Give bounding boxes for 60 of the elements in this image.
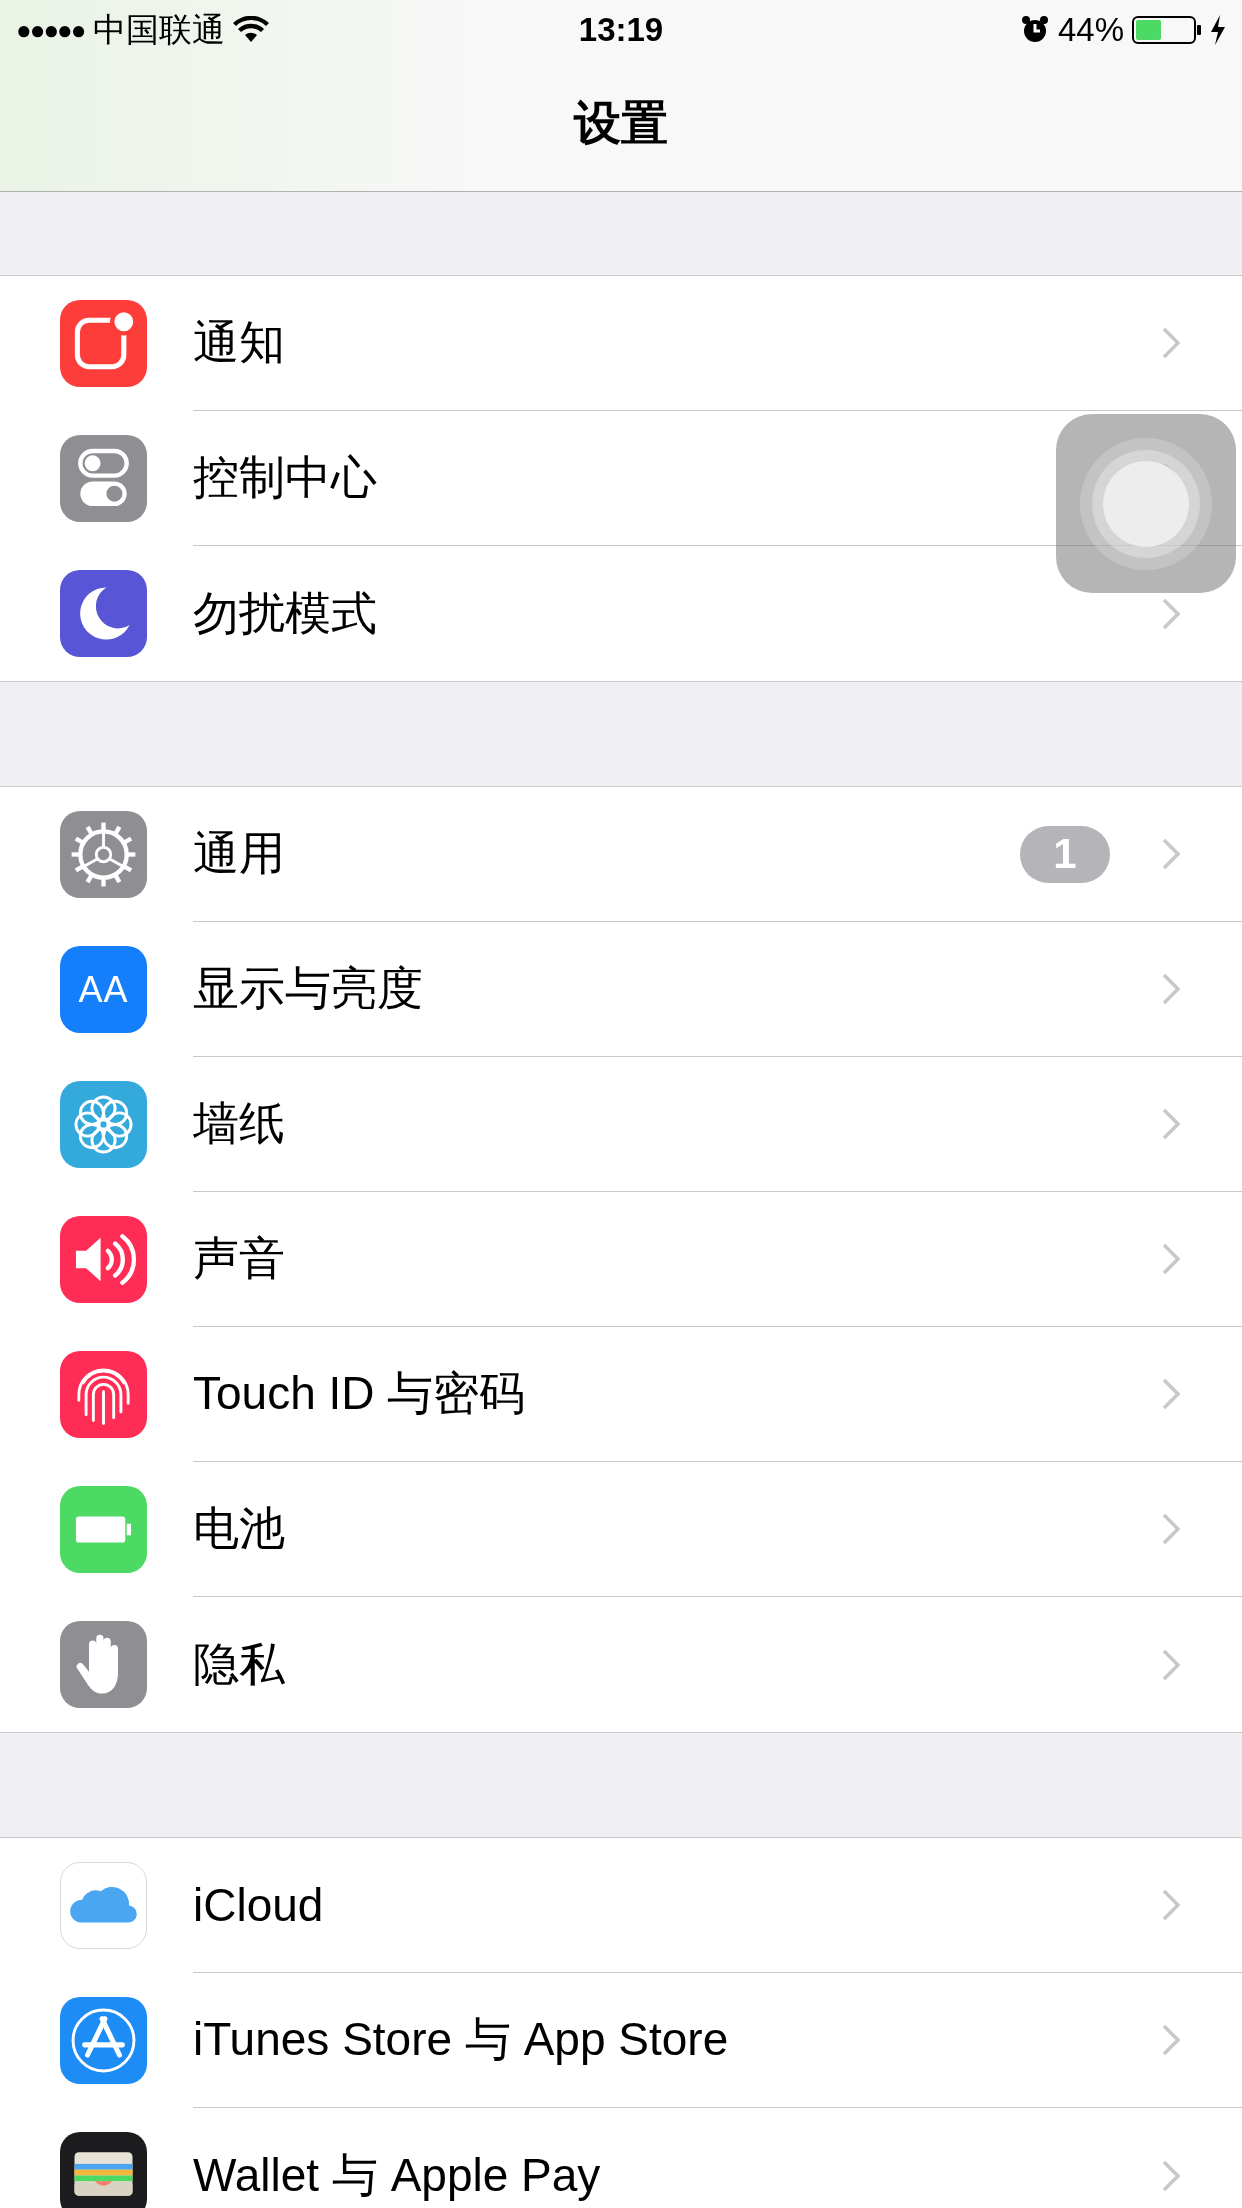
row-label: 勿扰模式 [193,585,378,641]
row-label: Touch ID 与密码 [193,1366,527,1421]
row-label: 墙纸 [193,1096,286,1151]
alarm-icon [1019,15,1050,45]
row-label: 电池 [193,1501,286,1556]
row-label: 通知 [193,315,286,370]
chevron-icon [1162,1889,1180,1921]
row-label: Wallet 与 Apple Pay [193,2147,602,2203]
carrier-name: 中国联通 [92,9,225,50]
row-label: iCloud [193,1878,325,1932]
row-label: 声音 [193,1231,286,1286]
fingerprint-icon [60,1351,147,1438]
flower-icon [60,1081,147,1168]
settings-row[interactable]: 勿扰模式 [0,546,1242,681]
chevron-icon [1162,1243,1180,1275]
nav-title: 设置 [574,95,668,151]
row-label: iTunes Store 与 App Store [193,2012,730,2067]
chevron-icon [1162,1513,1180,1545]
settings-row[interactable]: 电池 [0,1462,1242,1597]
row-label: 显示与亮度 [193,961,424,1016]
signal-dots: ●●●●● [16,14,85,46]
count-badge: 1 [1020,825,1110,883]
chevron-icon [1162,597,1180,630]
speaker-icon [60,1216,147,1303]
settings-row[interactable]: 声音 [0,1192,1242,1327]
notification-icon [60,300,147,387]
assistive-touch-button[interactable] [1056,414,1236,593]
chevron-icon [1162,973,1180,1005]
settings-row[interactable]: 隐私 [0,1597,1242,1732]
app-store-icon [60,1997,147,2084]
status-time: 13:19 [578,11,664,49]
chevron-icon [1162,1648,1180,1681]
settings-row[interactable]: AA 显示与亮度 [0,922,1242,1057]
toggle-icon [60,435,147,522]
battery-percent: 44% [1057,11,1124,49]
moon-icon [60,570,147,657]
chevron-icon [1162,2159,1180,2192]
cloud-icon [60,1862,147,1949]
chevron-icon [1162,327,1180,359]
hand-icon [60,1621,147,1708]
row-label: 控制中心 [193,450,378,505]
settings-row[interactable]: Touch ID 与密码 [0,1327,1242,1462]
chevron-icon [1162,1378,1180,1410]
battery-icon [60,1486,147,1573]
gear-icon [60,811,147,898]
settings-row[interactable]: 通用 1 [0,787,1242,922]
settings-row[interactable]: 墙纸 [0,1057,1242,1192]
chevron-icon [1162,1108,1180,1140]
chevron-icon [1162,2024,1180,2056]
wallet-icon [60,2132,147,2208]
row-label: 通用 [193,826,286,881]
text-size-icon: AA [60,946,147,1033]
battery-icon [1132,15,1202,45]
settings-row[interactable]: 通知 [0,276,1242,411]
settings-row[interactable]: iTunes Store 与 App Store [0,1973,1242,2108]
row-label: 隐私 [193,1636,286,1692]
settings-row[interactable]: Wallet 与 Apple Pay [0,2108,1242,2208]
wifi-icon [232,16,269,44]
chevron-icon [1162,838,1180,870]
settings-row[interactable]: iCloud [0,1838,1242,1973]
